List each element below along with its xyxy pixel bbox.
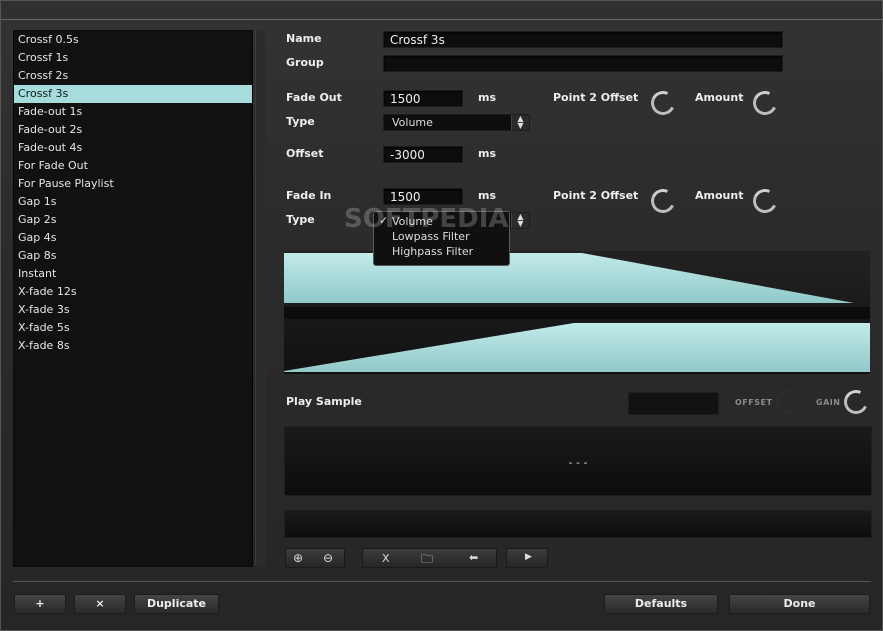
preset-item[interactable]: X-fade 3s	[14, 301, 252, 319]
fade-in-point2-offset-label: Point 2 Offset	[553, 189, 639, 202]
remove-preset-button[interactable]: ×	[74, 594, 126, 614]
sample-position-bar[interactable]	[284, 510, 872, 538]
crossfade-editor-window: Crossf 0.5s Crossf 1s Crossf 2s Crossf 3s Fa…	[0, 0, 883, 631]
load-icon[interactable]: ⬅	[469, 551, 478, 564]
list-splitter[interactable]	[255, 30, 266, 565]
sample-offset-knob[interactable]	[772, 386, 804, 418]
preset-item[interactable]: Gap 4s	[14, 229, 252, 247]
preset-item[interactable]: Fade-out 1s	[14, 103, 252, 121]
preset-item[interactable]: X-fade 12s	[14, 283, 252, 301]
fade-out-type-select[interactable]: Volume ▲ ▼	[383, 114, 530, 131]
fade-out-label: Fade Out	[286, 91, 342, 104]
done-button[interactable]: Done	[729, 594, 870, 614]
select-arrows-icon: ▲ ▼	[511, 115, 529, 130]
group-input[interactable]	[383, 55, 783, 72]
add-preset-button[interactable]: +	[14, 594, 66, 614]
sample-file-button-group: X 🗀 ⬅	[362, 548, 497, 568]
name-input[interactable]: Crossf 3s	[383, 31, 783, 48]
preset-item[interactable]: Instant	[14, 265, 252, 283]
preset-item[interactable]: Gap 8s	[14, 247, 252, 265]
offset-input[interactable]: -3000	[383, 146, 463, 163]
watermark-logo: SOFTPEDIA	[344, 204, 509, 234]
zoom-button-group: ⊕ ⊖	[285, 548, 345, 568]
fade-out-type-label: Type	[286, 115, 315, 128]
preset-item[interactable]: Crossf 2s	[14, 67, 252, 85]
fade-in-unit: ms	[478, 189, 497, 202]
fade-in-amount-knob[interactable]	[749, 185, 781, 217]
preset-item[interactable]: Fade-out 2s	[14, 121, 252, 139]
select-arrows-icon: ▲ ▼	[511, 213, 529, 228]
sample-offset-label: OFFSET	[735, 398, 773, 407]
preset-item[interactable]: Fade-out 4s	[14, 139, 252, 157]
dropdown-option-highpass[interactable]: Highpass Filter	[392, 245, 473, 258]
play-sample-button[interactable]: ▶	[506, 548, 548, 568]
offset-unit: ms	[478, 147, 497, 160]
play-icon: ▶	[525, 552, 532, 562]
fade-in-label: Fade In	[286, 189, 332, 202]
fade-in-input[interactable]: 1500	[383, 188, 463, 205]
folder-icon[interactable]: 🗀	[421, 550, 433, 571]
preset-item[interactable]: Crossf 1s	[14, 49, 252, 67]
sample-waveform-display[interactable]: - - -	[284, 426, 872, 496]
preset-item[interactable]: Gap 1s	[14, 193, 252, 211]
duplicate-button[interactable]: Duplicate	[134, 594, 219, 614]
footer-divider	[13, 581, 871, 582]
group-label: Group	[286, 56, 324, 69]
preset-item[interactable]: X-fade 5s	[14, 319, 252, 337]
fade-out-type-value: Volume	[392, 116, 433, 129]
zoom-in-icon[interactable]: ⊕	[293, 551, 303, 565]
preset-item[interactable]: Crossf 0.5s	[14, 31, 252, 49]
fade-in-amount-label: Amount	[695, 189, 744, 202]
sample-name-box[interactable]	[628, 392, 719, 415]
preset-item[interactable]: X-fade 8s	[14, 337, 252, 355]
preset-item[interactable]: For Fade Out	[14, 157, 252, 175]
envelope-svg	[284, 251, 870, 374]
name-label: Name	[286, 32, 322, 45]
fade-out-input[interactable]: 1500	[383, 90, 463, 107]
fade-in-point2-offset-knob[interactable]	[647, 185, 679, 217]
fade-out-point2-offset-knob[interactable]	[647, 87, 679, 119]
preset-list[interactable]: Crossf 0.5s Crossf 1s Crossf 2s Crossf 3s Fa…	[13, 30, 253, 567]
fade-in-type-label: Type	[286, 213, 315, 226]
clear-sample-button[interactable]: X	[382, 552, 390, 565]
fade-out-amount-knob[interactable]	[749, 87, 781, 119]
crossfade-envelope-graph[interactable]	[284, 251, 870, 374]
play-sample-label: Play Sample	[286, 395, 362, 408]
preset-item[interactable]: Crossf 3s	[14, 85, 252, 103]
zoom-out-icon[interactable]: ⊖	[323, 551, 333, 565]
preset-item[interactable]: Gap 2s	[14, 211, 252, 229]
sample-gain-label: GAIN	[816, 398, 841, 407]
fade-out-amount-label: Amount	[695, 91, 744, 104]
offset-label: Offset	[286, 147, 324, 160]
title-bar	[1, 1, 882, 20]
fade-out-unit: ms	[478, 91, 497, 104]
defaults-button[interactable]: Defaults	[604, 594, 718, 614]
preset-item[interactable]: For Pause Playlist	[14, 175, 252, 193]
fade-out-point2-offset-label: Point 2 Offset	[553, 91, 639, 104]
sample-gain-knob[interactable]	[840, 386, 872, 418]
sample-time-display: - - -	[568, 456, 588, 469]
